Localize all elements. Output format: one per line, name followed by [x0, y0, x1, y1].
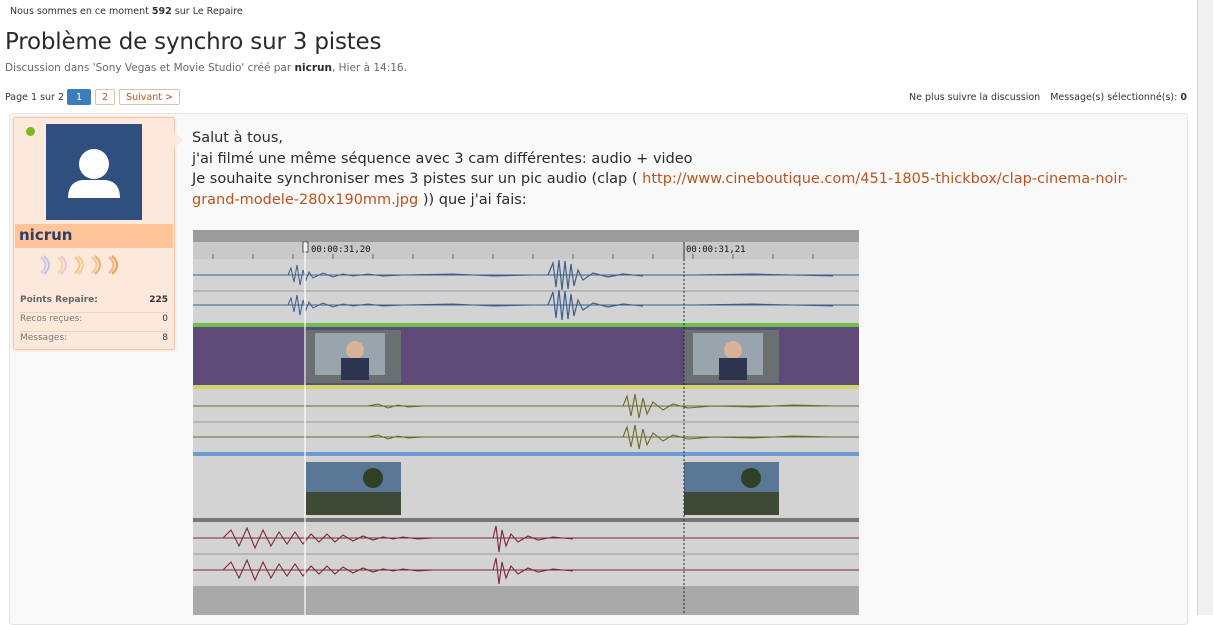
page-2-button[interactable]: 2: [95, 89, 116, 105]
thread-meta: Discussion dans 'Sony Vegas et Movie Stu…: [5, 62, 407, 74]
stat-row: Messages: 8: [20, 332, 168, 350]
thread-date: , Hier à 14:16.: [331, 62, 407, 74]
online-count: 592: [151, 6, 172, 17]
timecode-left: 00:00:31,20: [311, 245, 371, 255]
timecode-right: 00:00:31,21: [686, 245, 746, 255]
rank-badges-icon: [40, 255, 119, 275]
timeline-image: 00:00:31,20 00:00:31,21: [193, 230, 859, 615]
message-body: Salut à tous, j'ai filmé une même séquen…: [192, 128, 1152, 210]
stat-row: Recos reçues: 0: [20, 313, 168, 332]
message-text: )) que j'ai fais:: [418, 191, 527, 208]
online-users-line: Nous sommes en ce moment 592 sur Le Repa…: [10, 6, 243, 17]
page-label: Page 1 sur 2: [5, 91, 65, 103]
message-line: Je souhaite synchroniser mes 3 pistes su…: [192, 169, 1152, 210]
stat-value: 225: [149, 295, 168, 305]
selected-messages-label: Message(s) sélectionné(s):: [1050, 92, 1178, 103]
online-prefix: Nous sommes en ce moment: [10, 6, 149, 17]
page-navigation: Page 1 sur 2 1 2 Suivant >: [5, 88, 180, 106]
message-text: Je souhaite synchroniser mes 3 pistes su…: [192, 171, 643, 187]
selected-messages[interactable]: Message(s) sélectionné(s): 0: [1050, 92, 1187, 103]
message-line: j'ai filmé une même séquence avec 3 cam …: [192, 150, 693, 167]
user-stats: Points Repaire: 225 Recos reçues: 0 Mess…: [20, 294, 168, 350]
username-link[interactable]: nicrun: [19, 226, 72, 244]
unwatch-thread-link[interactable]: Ne plus suivre la discussion: [909, 92, 1040, 103]
stat-value: 0: [162, 314, 168, 324]
page-1-button[interactable]: 1: [67, 89, 92, 105]
default-avatar-icon: [68, 149, 120, 198]
online-status-icon: [26, 127, 35, 136]
stat-label: Messages:: [20, 333, 68, 343]
thread-tools: Ne plus suivre la discussion Message(s) …: [909, 92, 1187, 103]
thread-meta-prefix: Discussion dans 'Sony Vegas et Movie Stu…: [5, 62, 292, 74]
message-line: Salut à tous,: [192, 130, 284, 146]
online-suffix: sur Le Repaire: [174, 6, 243, 17]
stat-value: 8: [162, 333, 168, 343]
username-bar: nicrun: [15, 224, 173, 248]
thread-author-link[interactable]: nicrun: [295, 62, 332, 74]
page-title: Problème de synchro sur 3 pistes: [5, 29, 382, 55]
window-scrollbar[interactable]: [1197, 0, 1213, 615]
stat-row: Points Repaire: 225: [20, 294, 168, 313]
timeline-screenshot: 00:00:31,20 00:00:31,21: [193, 230, 859, 615]
next-page-button[interactable]: Suivant >: [119, 89, 180, 105]
avatar[interactable]: [46, 124, 142, 220]
stat-label: Points Repaire:: [20, 295, 98, 305]
stat-label: Recos reçues:: [20, 314, 83, 324]
user-card: nicrun Points Repaire: 225 Recos reçues:…: [13, 117, 183, 350]
selected-messages-count: 0: [1180, 92, 1187, 103]
